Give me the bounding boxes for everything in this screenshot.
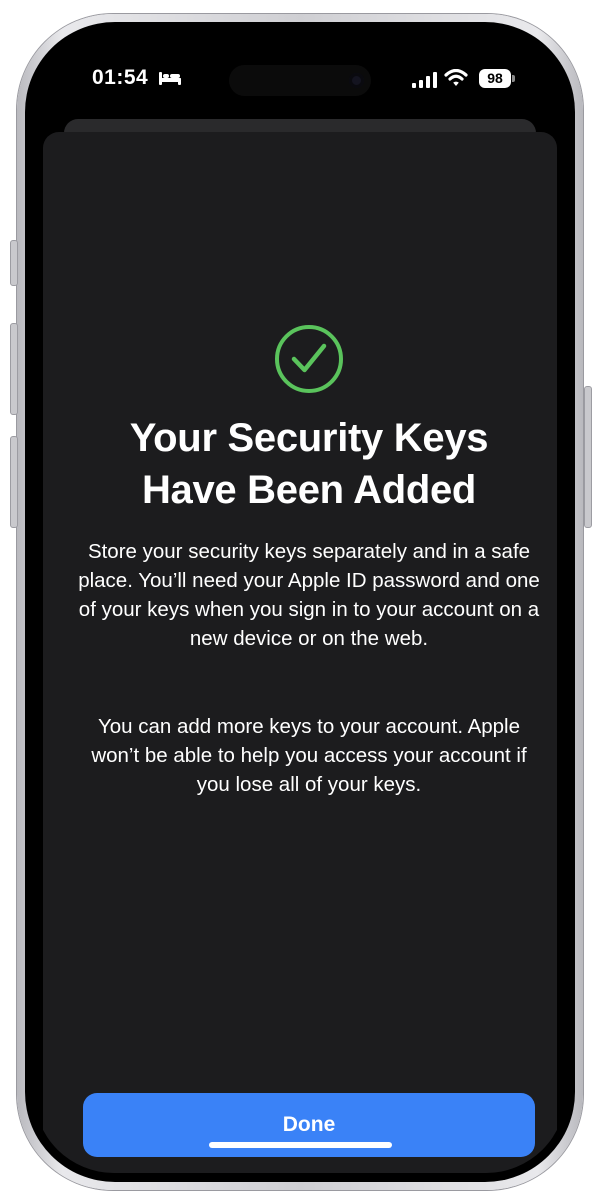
home-indicator[interactable]	[209, 1142, 392, 1148]
camera-icon	[349, 73, 364, 88]
side-power-button	[584, 386, 592, 528]
page-title: Your Security Keys Have Been Added	[73, 412, 545, 516]
signal-icon	[412, 72, 437, 88]
bed-icon	[159, 72, 181, 85]
wifi-icon	[444, 69, 468, 86]
description-paragraph-1: Store your security keys separately and …	[78, 540, 540, 650]
volume-down-button	[10, 436, 18, 528]
modal-sheet: Your Security Keys Have Been Added Store…	[43, 132, 557, 1173]
title-line-1: Your Security Keys	[129, 416, 489, 460]
battery-tip	[512, 75, 515, 82]
battery-icon: 98	[479, 69, 511, 88]
checkmark-circle-icon	[275, 325, 343, 393]
description-paragraph-2: You can add more keys to your account. A…	[91, 715, 527, 796]
title-line-2: Have Been Added	[141, 468, 477, 512]
action-button	[10, 240, 18, 286]
volume-up-button	[10, 323, 18, 415]
status-time: 01:54	[92, 66, 149, 89]
screen: 01:54 98 Your Security Keys Have Been Ad…	[34, 31, 566, 1173]
